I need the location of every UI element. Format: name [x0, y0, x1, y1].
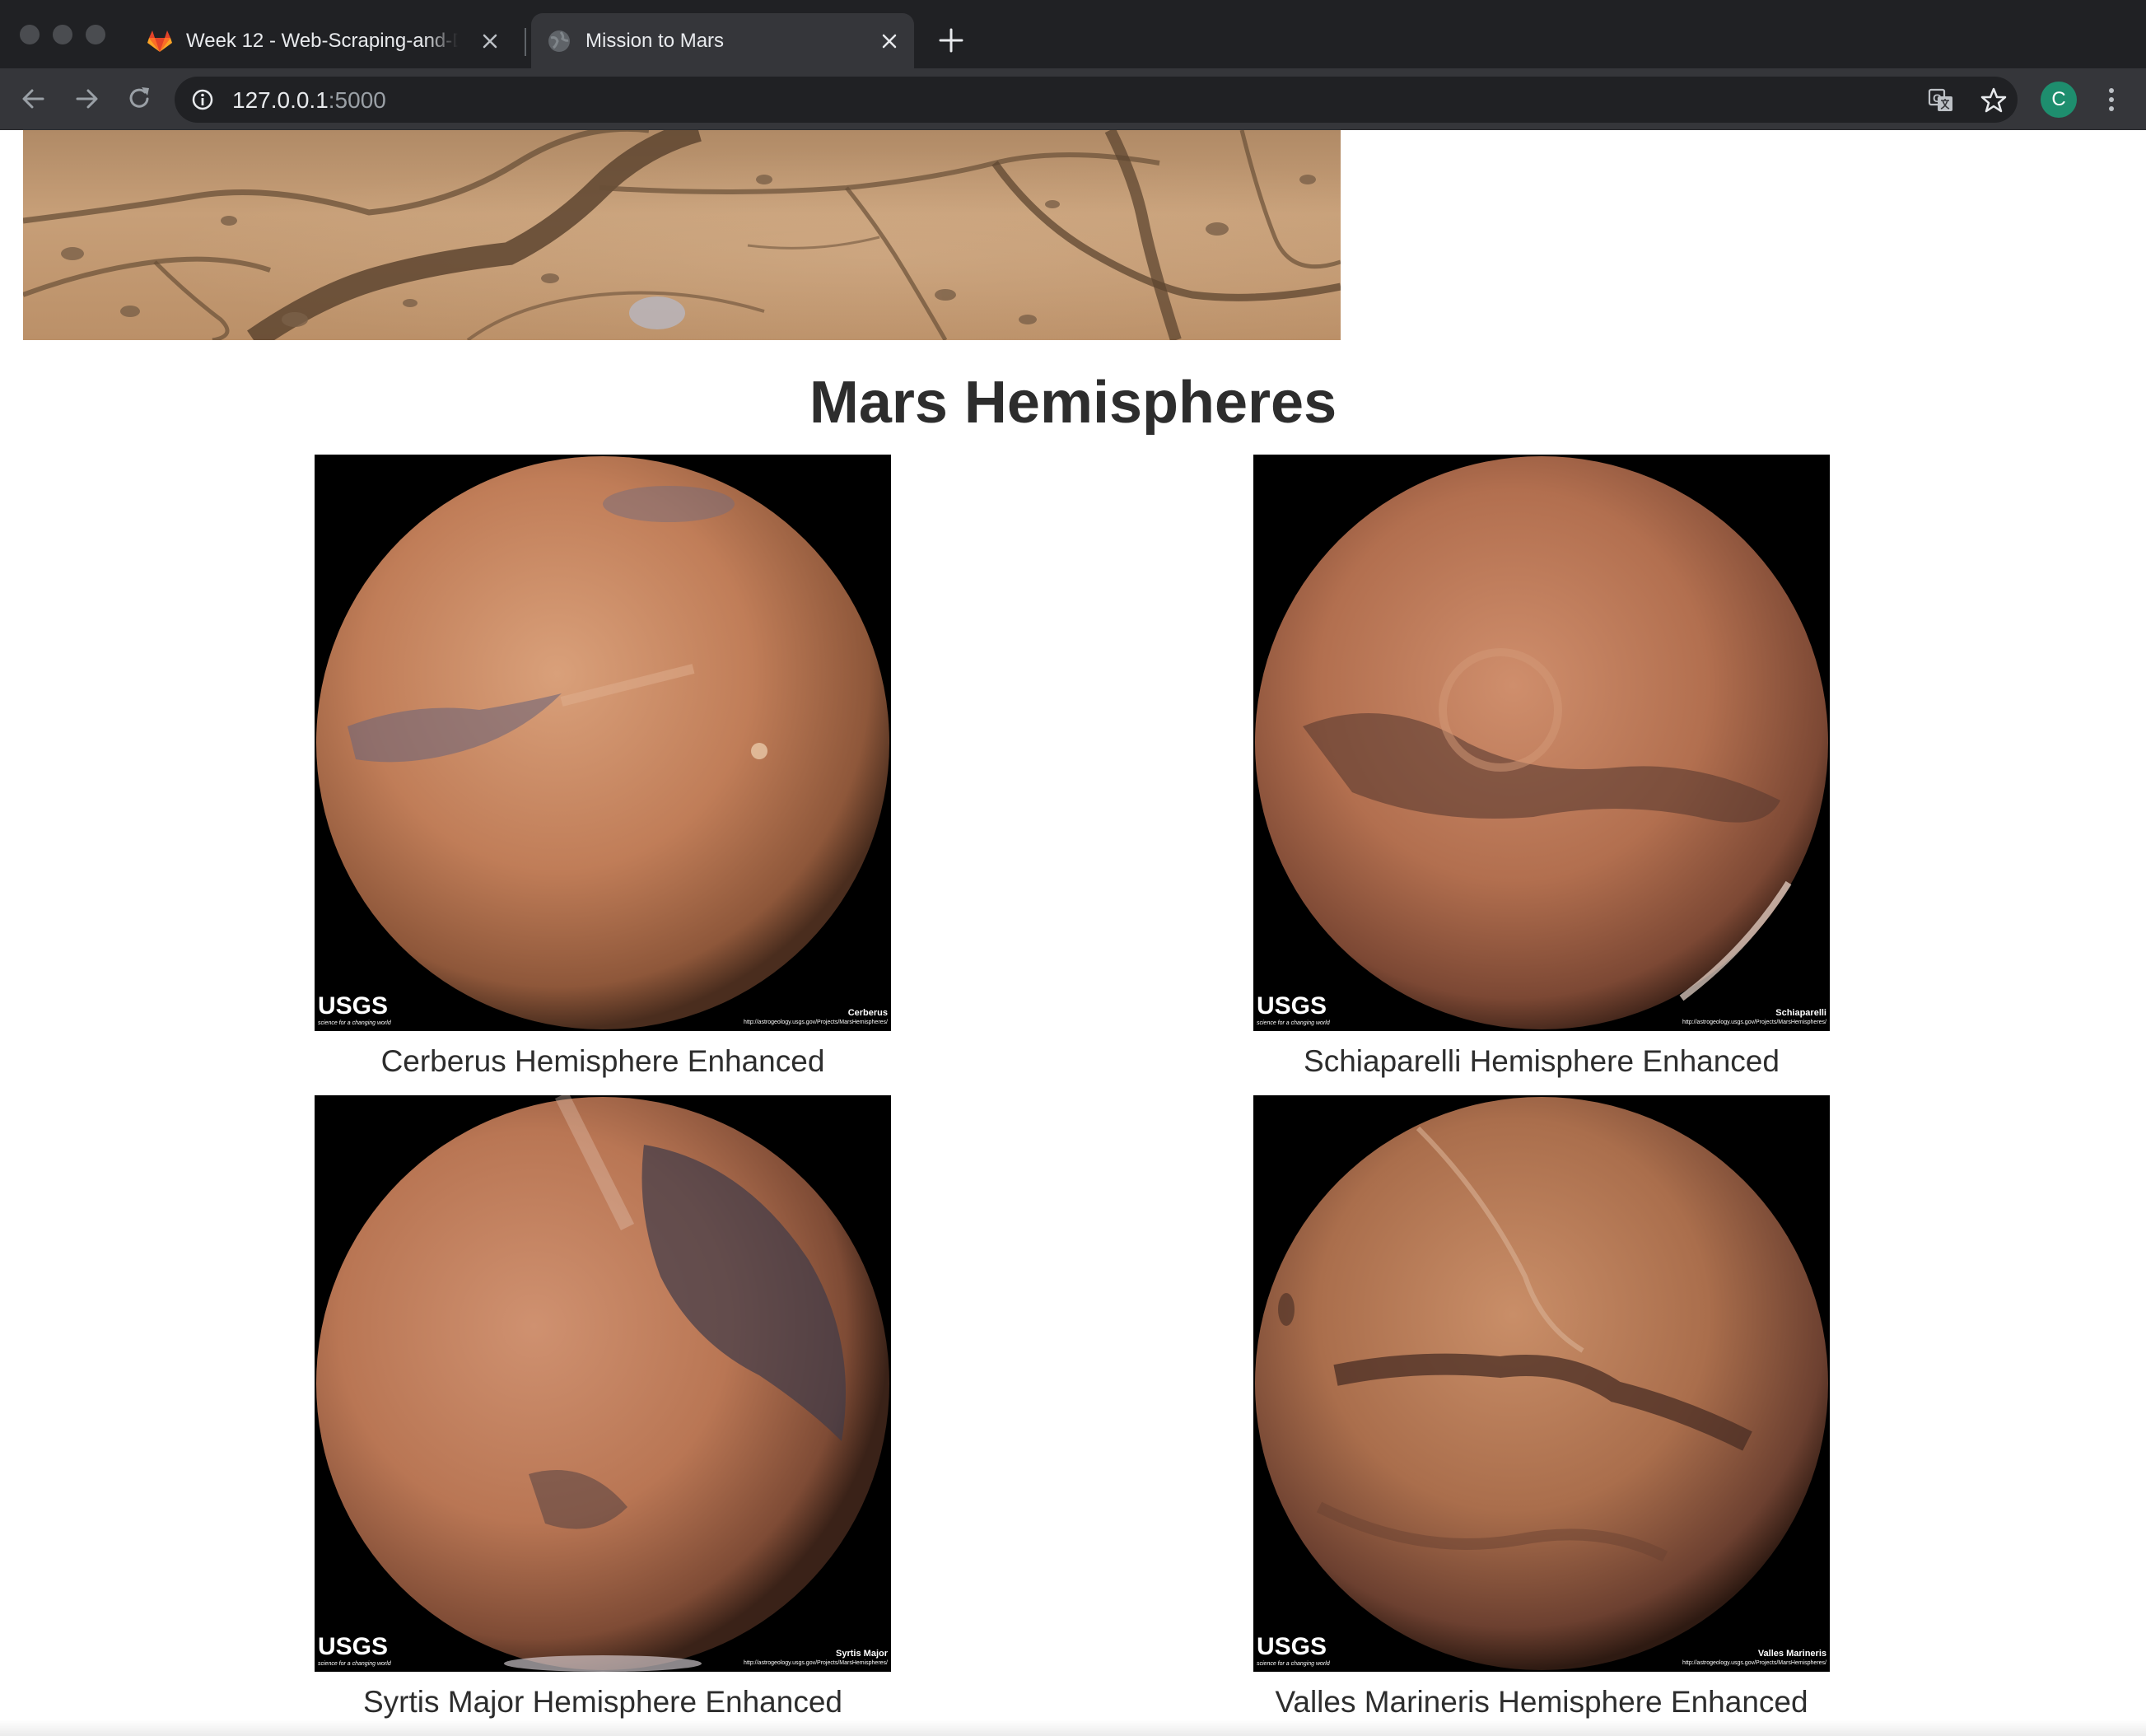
mars-surface-cracks	[23, 130, 1341, 340]
forward-arrow-icon[interactable]	[71, 83, 102, 114]
image-credit: Syrtis Major http://astrogeology.usgs.go…	[744, 1649, 888, 1667]
window-zoom-button[interactable]	[86, 25, 105, 44]
page-viewport: Mars Hemispheres USGS science for a chang…	[0, 130, 2146, 1736]
mars-globe-image	[316, 1095, 889, 1672]
hemisphere-caption: Schiaparelli Hemisphere Enhanced	[1304, 1044, 1780, 1078]
site-info-icon[interactable]	[191, 88, 214, 111]
image-credit-url: http://astrogeology.usgs.gov/Projects/Ma…	[1682, 1659, 1826, 1666]
new-tab-plus-icon[interactable]	[937, 26, 965, 54]
globe-icon	[548, 30, 570, 52]
tab-mission-to-mars[interactable]: Mission to Mars	[531, 13, 914, 68]
featured-mars-image	[23, 130, 1341, 340]
url-port: :5000	[328, 87, 386, 113]
usgs-logo-text: USGS	[1257, 992, 1327, 1020]
gitlab-fox-icon	[147, 30, 172, 52]
usgs-logo: USGS science for a changing world	[1257, 992, 1330, 1027]
usgs-logo-text: USGS	[318, 1633, 389, 1660]
image-credit-url: http://astrogeology.usgs.gov/Projects/Ma…	[744, 1019, 888, 1025]
image-credit-url: http://astrogeology.usgs.gov/Projects/Ma…	[1682, 1019, 1826, 1025]
reload-icon[interactable]	[124, 83, 155, 114]
image-label: Schiaparelli	[1775, 1008, 1826, 1019]
profile-avatar[interactable]: C	[2041, 82, 2077, 118]
usgs-logo: USGS science for a changing world	[1257, 1633, 1330, 1668]
window-bottom-edge	[0, 1720, 2146, 1736]
image-label: Valles Marineris	[1757, 1649, 1826, 1659]
hemisphere-image-syrtis-major[interactable]: USGS science for a changing world Syrtis …	[315, 1095, 891, 1672]
more-menu-icon[interactable]	[2097, 83, 2126, 116]
tab-separator	[525, 28, 526, 56]
usgs-tagline: science for a changing world	[318, 1661, 391, 1667]
hemisphere-caption: Valles Marineris Hemisphere Enhanced	[1275, 1685, 1808, 1719]
usgs-logo: USGS science for a changing world	[318, 1633, 391, 1668]
back-arrow-icon[interactable]	[18, 83, 49, 114]
usgs-logo-text: USGS	[1257, 1633, 1327, 1660]
hemisphere-image-schiaparelli[interactable]: USGS science for a changing world Schiapa…	[1253, 455, 1830, 1031]
url-text: 127.0.0.1:5000	[232, 87, 386, 114]
window-close-button[interactable]	[20, 25, 40, 44]
close-icon[interactable]	[878, 30, 901, 53]
close-icon[interactable]	[478, 30, 502, 53]
usgs-tagline: science for a changing world	[318, 1020, 391, 1026]
tab-week-12[interactable]: Week 12 - Web-Scraping-and-Document-Data…	[132, 13, 515, 68]
usgs-tagline: science for a changing world	[1257, 1020, 1330, 1026]
usgs-logo: USGS science for a changing world	[318, 992, 391, 1027]
browser-tab-bar: Week 12 - Web-Scraping-and-Document-Data…	[0, 0, 2146, 68]
browser-toolbar: 127.0.0.1:5000 G C	[0, 68, 2146, 130]
image-credit: Valles Marineris http://astrogeology.usg…	[1682, 1649, 1826, 1667]
hemisphere-caption: Cerberus Hemisphere Enhanced	[380, 1044, 825, 1078]
image-label: Cerberus	[847, 1008, 888, 1019]
translate-icon[interactable]: G	[1927, 86, 1955, 114]
usgs-logo-text: USGS	[318, 992, 389, 1020]
url-host: 127.0.0.1	[232, 87, 329, 113]
hemisphere-image-cerberus[interactable]: USGS science for a changing world Cerberu…	[315, 455, 891, 1031]
mars-globe-image	[1255, 1097, 1828, 1670]
address-bar[interactable]: 127.0.0.1:5000 G	[175, 77, 2018, 123]
bookmark-star-icon[interactable]	[1980, 86, 2008, 114]
window-minimize-button[interactable]	[53, 25, 72, 44]
image-label: Syrtis Major	[836, 1649, 888, 1659]
mars-globe-image	[316, 456, 889, 1029]
usgs-tagline: science for a changing world	[1257, 1661, 1330, 1667]
section-title: Mars Hemispheres	[809, 370, 1337, 436]
hemisphere-image-valles-marineris[interactable]: USGS science for a changing world Valles …	[1253, 1095, 1830, 1672]
hemisphere-caption: Syrtis Major Hemisphere Enhanced	[363, 1685, 842, 1719]
mars-globe-image	[1255, 456, 1828, 1029]
tab-title: Week 12 - Web-Scraping-and-Document-Data…	[186, 30, 458, 53]
image-credit-url: http://astrogeology.usgs.gov/Projects/Ma…	[744, 1659, 888, 1666]
tab-title: Mission to Mars	[585, 30, 725, 52]
image-credit: Cerberus http://astrogeology.usgs.gov/Pr…	[744, 1008, 888, 1026]
image-credit: Schiaparelli http://astrogeology.usgs.go…	[1682, 1008, 1826, 1026]
